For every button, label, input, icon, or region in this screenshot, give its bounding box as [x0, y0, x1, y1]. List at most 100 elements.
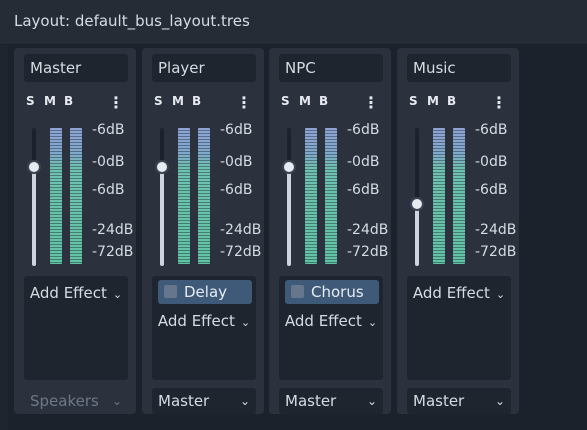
right-channel-meter — [198, 128, 210, 264]
solo-button[interactable]: S — [154, 94, 163, 108]
db-scale-label: -6dB — [220, 122, 253, 138]
add-effect-dropdown[interactable]: Add Effect ⌄ — [407, 284, 511, 302]
bus-name-field[interactable]: Music — [407, 54, 511, 82]
bus-send-label: Master — [285, 392, 337, 410]
volume-slider-handle[interactable] — [27, 159, 41, 174]
effect-enable-checkbox[interactable] — [164, 285, 177, 298]
volume-slider-fill — [287, 166, 291, 266]
bus-menu-icon[interactable]: ⋮ — [363, 94, 379, 112]
left-channel-meter — [433, 128, 445, 264]
volume-slider-handle[interactable] — [282, 159, 296, 174]
add-effect-label: Add Effect — [284, 312, 362, 330]
bypass-button[interactable]: B — [192, 94, 201, 108]
db-scale-label: -0dB — [475, 154, 508, 170]
bus-name-field[interactable]: Player — [152, 54, 256, 82]
db-scale-label: -6dB — [92, 182, 125, 198]
right-channel-meter — [325, 128, 337, 264]
solo-button[interactable]: S — [409, 94, 418, 108]
effect-label: Delay — [184, 283, 228, 301]
effect-item-chorus[interactable]: Chorus — [285, 280, 379, 304]
bus-menu-icon[interactable]: ⋮ — [236, 94, 252, 112]
db-scale-label: -72dB — [92, 244, 134, 260]
add-effect-dropdown[interactable]: Add Effect ⌄ — [24, 284, 128, 302]
add-effect-label: Add Effect — [412, 284, 490, 302]
bus-npc: NPC S M B ⋮ -6dB -0dB -6dB -24dB -72dB Chorus Add E… — [269, 48, 391, 414]
bus-send-label: Master — [158, 392, 210, 410]
volume-slider-handle[interactable] — [155, 159, 169, 174]
db-scale-label: -0dB — [220, 154, 253, 170]
mute-button[interactable]: M — [44, 94, 56, 108]
db-scale-label: -72dB — [220, 244, 262, 260]
left-channel-meter — [305, 128, 317, 264]
chevron-down-icon: ⌄ — [367, 316, 378, 329]
chevron-down-icon: ⌄ — [239, 394, 250, 408]
bus-master: Master S M B ⋮ -6dB -0dB -6dB -24dB -72dB Add Effe… — [14, 48, 136, 414]
bus-controls: S M B ⋮ — [152, 92, 256, 112]
bus-controls: S M B ⋮ — [24, 92, 128, 112]
effects-list: Add Effect ⌄ — [407, 276, 511, 380]
layout-title: Layout: default_bus_layout.tres — [14, 12, 250, 30]
bus-name-field[interactable]: Master — [24, 54, 128, 82]
bus-controls: S M B ⋮ — [279, 92, 383, 112]
volume-meter: -6dB -0dB -6dB -24dB -72dB — [407, 122, 517, 268]
effect-enable-checkbox[interactable] — [291, 285, 304, 298]
chevron-down-icon: ⌄ — [366, 394, 377, 408]
effects-list: Chorus Add Effect ⌄ — [279, 276, 383, 380]
bus-send-dropdown: Speakers ⌄ — [24, 388, 128, 414]
db-scale-label: -6dB — [475, 182, 508, 198]
add-effect-dropdown[interactable]: Add Effect ⌄ — [152, 312, 256, 330]
db-scale-label: -6dB — [347, 122, 380, 138]
volume-meter: -6dB -0dB -6dB -24dB -72dB — [24, 122, 134, 268]
volume-meter: -6dB -0dB -6dB -24dB -72dB — [152, 122, 262, 268]
bus-controls: S M B ⋮ — [407, 92, 511, 112]
bus-send-dropdown[interactable]: Master ⌄ — [279, 388, 383, 414]
volume-slider-fill — [160, 166, 164, 266]
db-scale-label: -6dB — [475, 122, 508, 138]
titlebar: Layout: default_bus_layout.tres — [0, 0, 587, 45]
left-channel-meter — [178, 128, 190, 264]
solo-button[interactable]: S — [26, 94, 35, 108]
effects-list: Add Effect ⌄ — [24, 276, 128, 380]
mute-button[interactable]: M — [172, 94, 184, 108]
db-scale-label: -24dB — [220, 222, 262, 238]
chevron-down-icon: ⌄ — [111, 394, 122, 408]
effect-item-delay[interactable]: Delay — [158, 280, 252, 304]
bus-menu-icon[interactable]: ⋮ — [108, 94, 124, 112]
mute-button[interactable]: M — [299, 94, 311, 108]
add-effect-dropdown[interactable]: Add Effect ⌄ — [279, 312, 383, 330]
db-scale-label: -6dB — [92, 122, 125, 138]
mute-button[interactable]: M — [427, 94, 439, 108]
bypass-button[interactable]: B — [319, 94, 328, 108]
db-scale-label: -24dB — [347, 222, 389, 238]
db-scale-label: -6dB — [347, 182, 380, 198]
bus-send-label: Master — [413, 392, 465, 410]
bus-send-dropdown[interactable]: Master ⌄ — [407, 388, 511, 414]
chevron-down-icon: ⌄ — [495, 288, 506, 301]
left-channel-meter — [50, 128, 62, 264]
bus-send-label: Speakers — [30, 392, 99, 410]
db-scale-label: -6dB — [220, 182, 253, 198]
bus-send-dropdown[interactable]: Master ⌄ — [152, 388, 256, 414]
bypass-button[interactable]: B — [64, 94, 73, 108]
volume-meter: -6dB -0dB -6dB -24dB -72dB — [279, 122, 389, 268]
bus-menu-icon[interactable]: ⋮ — [491, 94, 507, 112]
volume-slider-fill — [32, 166, 36, 266]
volume-slider-fill — [415, 203, 419, 266]
effects-list: Delay Add Effect ⌄ — [152, 276, 256, 380]
bypass-button[interactable]: B — [447, 94, 456, 108]
chevron-down-icon: ⌄ — [240, 316, 251, 329]
db-scale-label: -24dB — [92, 222, 134, 238]
solo-button[interactable]: S — [281, 94, 290, 108]
db-scale-label: -72dB — [475, 244, 517, 260]
db-scale-label: -0dB — [92, 154, 125, 170]
chevron-down-icon: ⌄ — [494, 394, 505, 408]
db-scale-label: -24dB — [475, 222, 517, 238]
add-effect-label: Add Effect — [29, 284, 107, 302]
db-scale-label: -0dB — [347, 154, 380, 170]
db-scale-label: -72dB — [347, 244, 389, 260]
volume-slider-handle[interactable] — [410, 196, 424, 211]
add-effect-label: Add Effect — [157, 312, 235, 330]
bus-name-field[interactable]: NPC — [279, 54, 383, 82]
bus-player: Player S M B ⋮ -6dB -0dB -6dB -24dB -72dB Delay Add… — [142, 48, 264, 414]
effect-label: Chorus — [311, 283, 364, 301]
